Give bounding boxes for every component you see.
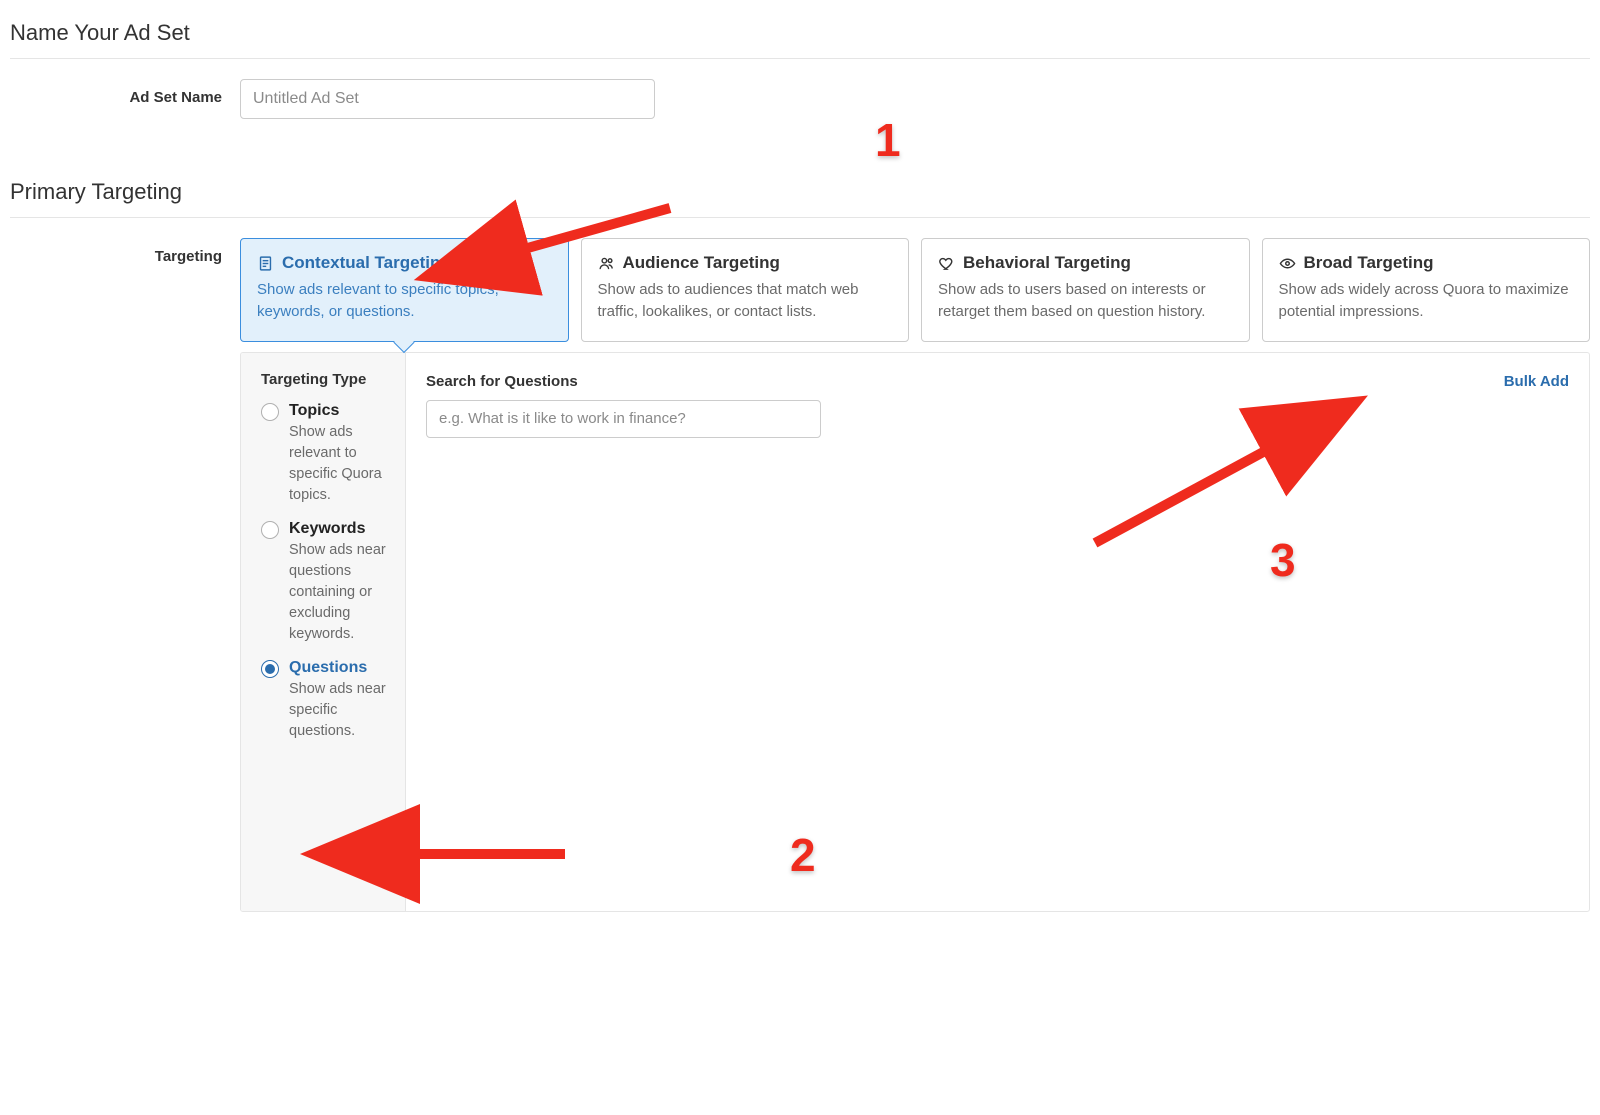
adset-name-label: Ad Set Name bbox=[10, 79, 240, 106]
section-title-name: Name Your Ad Set bbox=[10, 10, 1590, 59]
targeting-cards: Contextual Targeting Show ads relevant t… bbox=[240, 238, 1590, 342]
targeting-row: Targeting Contextual Targeting Sh bbox=[10, 238, 1590, 912]
card-behavioral-targeting[interactable]: Behavioral Targeting Show ads to users b… bbox=[921, 238, 1250, 342]
section-title-targeting: Primary Targeting bbox=[10, 169, 1590, 218]
radio-dot-icon bbox=[261, 403, 279, 421]
question-search-input[interactable] bbox=[426, 400, 821, 438]
radio-topics[interactable]: Topics Show ads relevant to specific Quo… bbox=[261, 402, 389, 506]
search-panel: Search for Questions Bulk Add bbox=[406, 353, 1589, 911]
radio-label: Topics bbox=[289, 402, 389, 420]
adset-name-row: Ad Set Name bbox=[10, 79, 1590, 119]
targeting-type-panel: Targeting Type Topics Show ads relevant … bbox=[241, 353, 406, 911]
radio-desc: Show ads near questions containing or ex… bbox=[289, 540, 389, 645]
radio-label: Keywords bbox=[289, 520, 389, 538]
card-desc: Show ads to audiences that match web tra… bbox=[598, 279, 893, 323]
heart-icon bbox=[938, 255, 955, 272]
radio-desc: Show ads near specific questions. bbox=[289, 679, 389, 742]
targeting-label: Targeting bbox=[10, 238, 240, 265]
radio-questions[interactable]: Questions Show ads near specific questio… bbox=[261, 659, 389, 742]
card-title: Behavioral Targeting bbox=[963, 253, 1131, 273]
eye-icon bbox=[1279, 255, 1296, 272]
annotation-arrow-1 bbox=[495, 203, 685, 273]
radio-label: Questions bbox=[289, 659, 389, 677]
search-title: Search for Questions bbox=[426, 373, 578, 390]
targeting-type-title: Targeting Type bbox=[261, 371, 389, 388]
annotation-number-3: 3 bbox=[1270, 533, 1296, 587]
radio-desc: Show ads relevant to specific Quora topi… bbox=[289, 422, 389, 506]
radio-keywords[interactable]: Keywords Show ads near questions contain… bbox=[261, 520, 389, 645]
card-desc: Show ads relevant to specific topics, ke… bbox=[257, 279, 552, 323]
card-broad-targeting[interactable]: Broad Targeting Show ads widely across Q… bbox=[1262, 238, 1591, 342]
annotation-arrow-3 bbox=[1080, 428, 1300, 558]
targeting-subpanel: Targeting Type Topics Show ads relevant … bbox=[240, 352, 1590, 912]
annotation-number-2: 2 bbox=[790, 828, 816, 882]
card-title: Contextual Targeting bbox=[282, 253, 451, 273]
annotation-arrow-2 bbox=[385, 834, 575, 874]
card-title: Broad Targeting bbox=[1304, 253, 1434, 273]
radio-dot-icon bbox=[261, 521, 279, 539]
adset-name-input[interactable] bbox=[240, 79, 655, 119]
radio-dot-icon bbox=[261, 660, 279, 678]
bulk-add-link[interactable]: Bulk Add bbox=[1504, 373, 1569, 390]
annotation-number-1: 1 bbox=[875, 113, 901, 167]
card-desc: Show ads widely across Quora to maximize… bbox=[1279, 279, 1574, 323]
document-icon bbox=[257, 255, 274, 272]
card-desc: Show ads to users based on interests or … bbox=[938, 279, 1233, 323]
